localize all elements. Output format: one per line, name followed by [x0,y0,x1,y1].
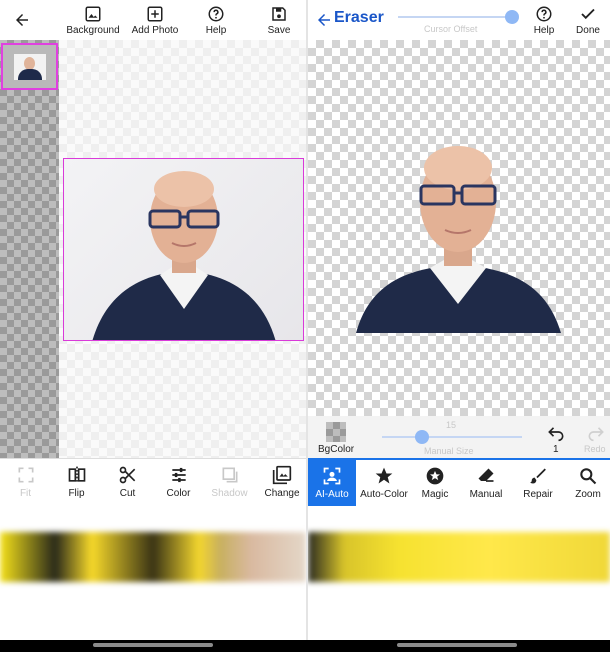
auto-color-label: Auto-Color [360,489,408,500]
repair-button[interactable]: Repair [514,460,562,506]
help-icon [208,6,224,21]
star-icon [375,467,393,484]
cursor-offset-knob[interactable] [505,10,519,24]
flip-label: Flip [68,488,85,499]
help-icon [536,6,552,21]
cursor-offset-label: Cursor Offset [424,24,478,34]
redo-button[interactable] [586,422,606,442]
eraser-canvas[interactable] [308,40,610,416]
brush-icon [530,468,546,484]
add-photo-button[interactable]: Add Photo [126,0,184,40]
editor-top-bar: Background Add Photo Help Save [0,0,306,40]
layers-strip[interactable] [0,40,59,458]
home-gesture-handle[interactable] [93,643,213,647]
flip-button[interactable]: Flip [51,459,102,505]
check-icon [581,8,595,19]
help-button[interactable]: Help [530,0,558,40]
zoom-label: Zoom [575,489,601,500]
photo-layer[interactable] [63,158,304,341]
bgcolor-label: BgColor [318,444,355,455]
manual-label: Manual [469,489,503,500]
save-label: Save [267,24,291,36]
edit-toolbar: Fit Flip Cut Color Shadow Change [0,458,306,504]
back-button[interactable] [8,6,36,34]
ai-auto-label: AI-Auto [315,489,349,500]
magic-button[interactable]: Magic [412,460,458,506]
save-button[interactable]: Save [260,0,298,40]
repair-label: Repair [523,489,553,500]
ad-banner[interactable] [308,532,610,582]
flip-icon [68,466,85,484]
layer-thumbnail[interactable] [1,43,58,90]
bgcolor-swatch[interactable] [326,422,346,442]
magic-label: Magic [421,489,449,500]
change-image-icon [272,465,292,485]
manual-size-value: 15 [446,420,457,430]
ai-scan-icon [323,467,341,485]
undo-button[interactable] [546,422,566,442]
shadow-icon [222,467,237,483]
image-icon [85,6,101,21]
redo-icon [588,427,604,442]
layer-thumbnail-image [13,53,46,80]
eraser-top-bar: Eraser Cursor Offset Help Done [308,0,610,40]
add-photo-label: Add Photo [131,24,179,36]
change-button[interactable]: Change [258,459,306,505]
ai-auto-button[interactable]: AI-Auto [308,460,356,506]
ad-banner[interactable] [0,532,306,582]
fit-icon [18,467,33,483]
cut-button[interactable]: Cut [102,459,153,505]
help-label: Help [533,24,555,36]
editor-canvas[interactable] [59,40,306,458]
cursor-offset-slider[interactable] [398,16,508,18]
eraser-icon [478,468,494,482]
eraser-panel: Eraser Cursor Offset Help Done BgColor 1 [308,0,610,640]
shadow-label: Shadow [211,488,248,499]
person-photo [92,171,276,340]
done-label: Done [576,24,600,36]
undo-count: 1 [553,444,559,455]
background-label: Background [66,24,120,36]
save-icon [272,6,286,21]
system-nav-bar [0,640,610,652]
color-button[interactable]: Color [153,459,204,505]
page-title: Eraser [334,9,384,26]
help-button[interactable]: Help [196,0,236,40]
redo-label: Redo [584,444,606,454]
undo-icon [548,427,564,442]
manual-size-label: Manual Size [424,446,474,456]
background-button[interactable]: Background [62,0,124,40]
help-label: Help [205,24,227,36]
auto-color-button[interactable]: Auto-Color [356,460,412,506]
magic-star-icon [426,467,444,485]
fit-label: Fit [19,488,32,499]
add-photo-icon [147,6,163,21]
fit-button[interactable]: Fit [0,459,51,505]
search-icon [580,468,597,485]
scissors-icon [119,466,135,484]
cutout-person [356,146,561,333]
manual-size-knob[interactable] [415,430,429,444]
shadow-button[interactable]: Shadow [204,459,255,505]
arrow-left-icon [318,14,330,26]
sliders-icon [171,467,186,483]
color-label: Color [166,488,191,499]
manual-button[interactable]: Manual [462,460,510,506]
editor-panel: Background Add Photo Help Save Fit Flip … [0,0,306,640]
change-label: Change [264,488,300,499]
eraser-mode-toolbar: AI-Auto Auto-Color Magic Manual Repair Z… [308,458,610,506]
eraser-controls: BgColor 15 Manual Size 1 Redo [308,416,610,458]
done-button[interactable]: Done [573,0,603,40]
zoom-button[interactable]: Zoom [566,460,610,506]
cut-label: Cut [119,488,136,499]
home-gesture-handle[interactable] [397,643,517,647]
manual-size-slider[interactable] [382,436,522,438]
arrow-left-icon [16,14,28,26]
